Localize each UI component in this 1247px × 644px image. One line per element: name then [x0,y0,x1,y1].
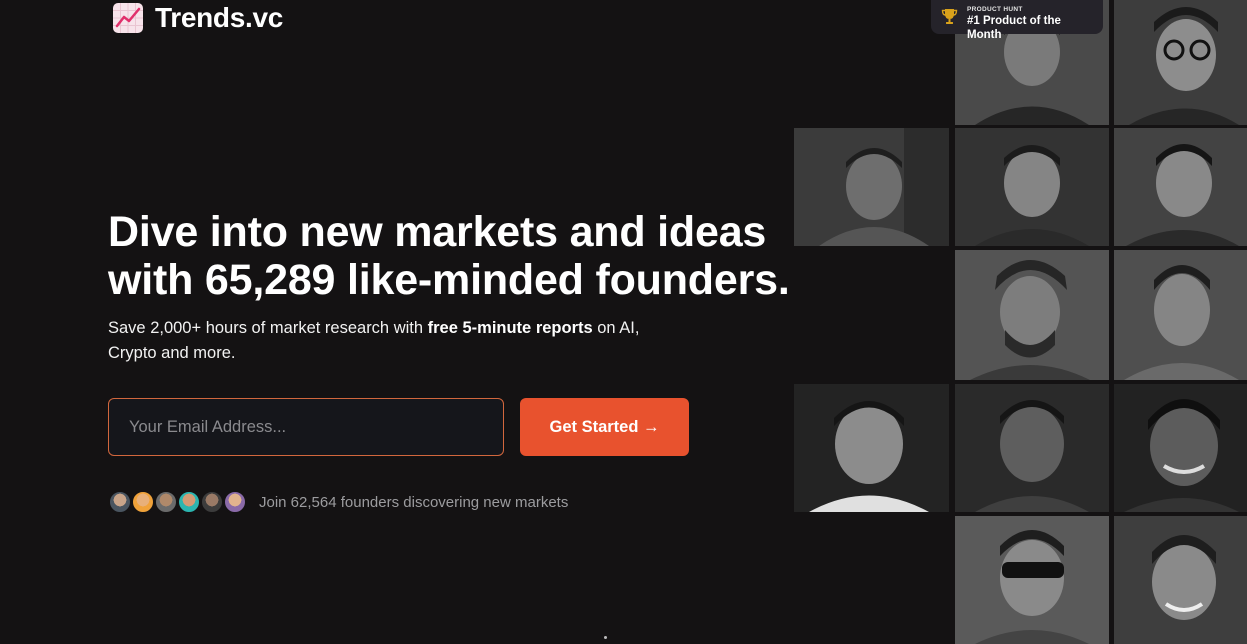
founder-photo [955,128,1109,246]
founder-photo [1114,384,1247,512]
founder-photo [1114,250,1247,380]
avatar [177,490,201,514]
founder-photo [1114,516,1247,644]
social-proof: Join 62,564 founders discovering new mar… [108,490,568,514]
product-hunt-badge[interactable]: PRODUCT HUNT #1 Product of the Month [931,0,1103,41]
avatar [108,490,132,514]
avatar [154,490,178,514]
hero-headline: Dive into new markets and ideas with 65,… [108,208,790,304]
email-input[interactable] [108,398,504,456]
founder-photo [794,128,949,246]
founder-photo [955,516,1109,644]
founder-photo [955,250,1109,380]
product-hunt-title: #1 Product of the Month [967,15,1061,41]
avatar [131,490,155,514]
product-hunt-eyebrow: PRODUCT HUNT [967,6,1023,13]
get-started-button[interactable]: Get Started → [520,398,689,456]
founder-photo [1114,0,1247,125]
hero-subheadline: Save 2,000+ hours of market research wit… [108,316,668,366]
sub-text-bold: free 5-minute reports [427,319,593,337]
social-proof-text: Join 62,564 founders discovering new mar… [259,493,569,511]
founder-avatars [108,490,247,514]
scroll-indicator [604,636,607,639]
brand-logo[interactable]: Trends.vc [113,3,283,33]
founder-photo-grid [794,0,1247,644]
product-hunt-text: PRODUCT HUNT #1 Product of the Month [967,5,1095,41]
founder-photo [1114,128,1247,246]
founder-photo [955,384,1109,512]
founder-photo [794,384,949,512]
hero-headline-line-1: Dive into new markets and ideas [108,208,767,256]
trend-chart-icon [113,3,143,33]
sub-text-start: Save 2,000+ hours of market research wit… [108,319,428,337]
avatar [200,490,224,514]
avatar [223,490,247,514]
brand-name: Trends.vc [155,2,284,33]
trophy-icon [941,8,958,25]
hero-headline-line-2: with 65,289 like-minded founders. [108,256,790,304]
